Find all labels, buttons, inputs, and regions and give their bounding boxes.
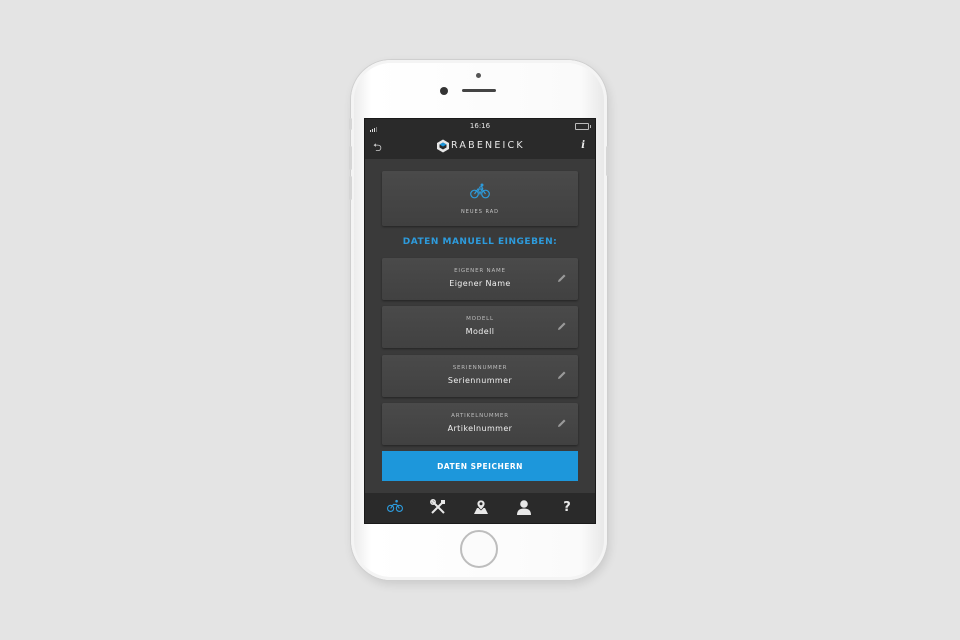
bicycle-icon: [470, 183, 490, 199]
field-serial-number[interactable]: SERIENNUMMER Seriennummer: [382, 355, 578, 397]
help-icon[interactable]: ?: [557, 499, 577, 517]
home-button[interactable]: [460, 530, 498, 568]
app-screen: 16:16 ⮌ RABENEICK i NEUES RAD DATEN MANU…: [364, 118, 596, 524]
tools-icon: [430, 499, 445, 514]
map-pin-icon: [474, 499, 488, 514]
back-arrow-icon[interactable]: ⮌: [373, 139, 382, 158]
tab-profile[interactable]: [514, 499, 534, 517]
brand-name: RABENEICK: [451, 140, 525, 151]
pencil-icon[interactable]: [557, 418, 567, 428]
power-button: [606, 146, 609, 176]
field-value[interactable]: Modell: [382, 327, 578, 336]
brand-logo-icon: [437, 139, 449, 153]
field-value[interactable]: Eigener Name: [382, 279, 578, 288]
field-value[interactable]: Seriennummer: [382, 376, 578, 385]
pencil-icon[interactable]: [557, 273, 567, 283]
earpiece-speaker: [462, 89, 496, 92]
new-bike-card[interactable]: NEUES RAD: [382, 171, 578, 226]
save-data-button[interactable]: DATEN SPEICHERN: [382, 451, 578, 481]
main-content: NEUES RAD DATEN MANUELL EINGEBEN: EIGENE…: [365, 159, 595, 493]
field-label: MODELL: [466, 316, 494, 322]
field-label: EIGENER NAME: [454, 268, 506, 274]
field-value[interactable]: Artikelnummer: [382, 424, 578, 433]
tab-map[interactable]: [471, 499, 491, 517]
status-bar: 16:16: [365, 119, 595, 133]
pencil-icon[interactable]: [557, 321, 567, 331]
volume-down-button: [349, 176, 352, 200]
nav-bar: ⮌ RABENEICK i: [365, 133, 595, 159]
bicycle-icon: [387, 499, 403, 512]
tab-bike[interactable]: [385, 499, 405, 517]
mute-switch: [349, 118, 352, 130]
tab-tools[interactable]: [428, 499, 448, 517]
field-label: ARTIKELNUMMER: [451, 413, 509, 419]
front-sensor: [476, 73, 481, 78]
battery-icon: [575, 123, 591, 130]
field-article-number[interactable]: ARTIKELNUMMER Artikelnummer: [382, 403, 578, 445]
tab-bar: ?: [365, 493, 595, 523]
field-label: SERIENNUMMER: [452, 365, 508, 371]
info-icon[interactable]: i: [581, 140, 585, 151]
volume-up-button: [349, 146, 352, 170]
user-icon: [517, 500, 531, 515]
field-own-name[interactable]: EIGENER NAME Eigener Name: [382, 258, 578, 300]
status-time: 16:16: [469, 122, 491, 130]
field-model[interactable]: MODELL Modell: [382, 306, 578, 348]
new-bike-label: NEUES RAD: [460, 209, 500, 215]
section-title: DATEN MANUELL EINGEBEN:: [402, 237, 558, 247]
front-camera: [440, 87, 448, 95]
pencil-icon[interactable]: [557, 370, 567, 380]
